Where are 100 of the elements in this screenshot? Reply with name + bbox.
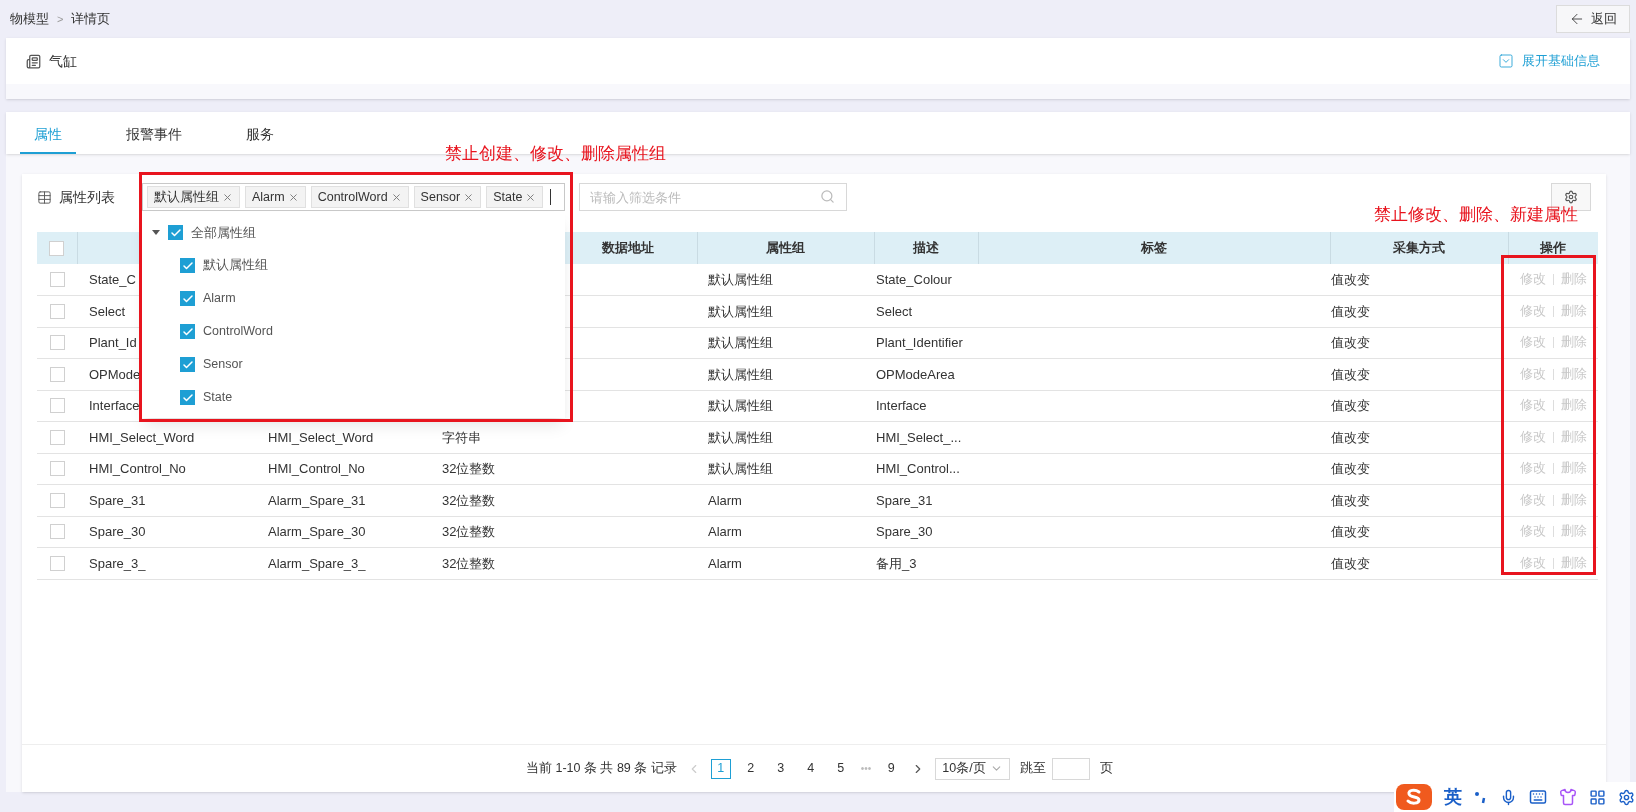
- grid-icon[interactable]: [1589, 788, 1606, 806]
- table-cell: 字符串: [442, 429, 481, 445]
- table-cell: 默认属性组: [708, 429, 773, 445]
- table-cell: Alarm_Spare_3_: [268, 555, 366, 571]
- tab[interactable]: 报警事件: [112, 116, 196, 154]
- table-cell: Alarm: [708, 492, 742, 508]
- table-cell: Interface: [89, 398, 140, 413]
- table-cell: Select: [876, 303, 913, 319]
- row-checkbox[interactable]: [49, 492, 65, 508]
- expand-caret-icon[interactable]: [152, 230, 160, 235]
- page-size-select[interactable]: 10条/页: [935, 757, 1010, 780]
- table-cell: 32位整数: [442, 492, 496, 508]
- select-all-checkbox[interactable]: [49, 240, 65, 256]
- tree-checkbox[interactable]: [168, 225, 183, 240]
- tree-checkbox[interactable]: [180, 291, 195, 306]
- remove-tag-icon[interactable]: [287, 191, 299, 203]
- column-header: 操作: [1540, 240, 1567, 256]
- remove-tag-icon[interactable]: [390, 191, 402, 203]
- tree-checkbox[interactable]: [180, 390, 195, 405]
- arrow-left-icon: [1569, 11, 1585, 27]
- tab[interactable]: 服务: [232, 116, 288, 154]
- row-checkbox[interactable]: [49, 429, 65, 445]
- jump-suffix: 页: [1099, 760, 1113, 778]
- punctuation-icon[interactable]: [1474, 790, 1488, 804]
- table-cell: Alarm_Spare_31: [268, 492, 366, 508]
- row-checkbox[interactable]: [49, 398, 65, 414]
- pagination-summary: 当前 1-10 条 共 89 条 记录: [526, 760, 677, 778]
- breadcrumb-item[interactable]: 物模型: [10, 9, 49, 29]
- table-cell: 默认属性组: [708, 271, 773, 287]
- table-cell: Spare_30: [876, 524, 933, 539]
- row-checkbox[interactable]: [49, 303, 65, 319]
- page-jump-field[interactable]: [1051, 757, 1090, 780]
- tree-item-label[interactable]: State: [203, 388, 233, 407]
- row-checkbox[interactable]: [49, 366, 65, 382]
- table-cell: HMI_Select_...: [876, 429, 962, 445]
- remove-tag-icon[interactable]: [525, 191, 537, 203]
- tab[interactable]: 属性: [20, 116, 76, 154]
- document-icon: [26, 53, 41, 69]
- table-cell: HMI_Control_No: [268, 461, 365, 476]
- shirt-icon[interactable]: [1559, 788, 1577, 806]
- keyboard-icon[interactable]: [1529, 788, 1547, 806]
- table-cell: 备用_3: [876, 555, 917, 571]
- remove-tag-icon[interactable]: [463, 191, 475, 203]
- page-button[interactable]: 3: [770, 758, 791, 779]
- input-language-toggle[interactable]: 英: [1444, 783, 1462, 811]
- page-button[interactable]: 5: [830, 758, 851, 779]
- group-tag: 默认属性组: [147, 186, 240, 208]
- page-button[interactable]: 1: [710, 758, 731, 779]
- tree-item-label[interactable]: ControlWord: [203, 322, 273, 341]
- page-button[interactable]: 9: [881, 758, 902, 779]
- table-cell: HMI_Select_Word: [89, 429, 195, 445]
- search-field[interactable]: 请输入筛选条件: [579, 183, 847, 211]
- panel-title: 属性列表: [59, 187, 116, 207]
- search-icon: [820, 189, 835, 204]
- row-checkbox[interactable]: [49, 272, 65, 287]
- tree-item-label[interactable]: Sensor: [203, 355, 243, 374]
- group-tag: State: [486, 186, 544, 208]
- expand-info-link[interactable]: 展开基础信息: [1498, 51, 1600, 71]
- tree-checkbox[interactable]: [180, 324, 195, 339]
- tree-checkbox[interactable]: [180, 357, 195, 372]
- table-cell: Select: [89, 303, 126, 319]
- row-checkbox[interactable]: [49, 461, 65, 477]
- table-cell: Plant_Id: [89, 335, 137, 350]
- tree-item-label[interactable]: Alarm: [203, 289, 236, 308]
- table-cell: 值改变: [1331, 335, 1370, 350]
- settings-icon: [1564, 190, 1578, 204]
- table-cell: 值改变: [1331, 366, 1370, 382]
- remove-tag-icon[interactable]: [222, 191, 233, 203]
- table-cell: 32位整数: [442, 524, 496, 539]
- page-ellipsis[interactable]: •••: [860, 761, 872, 776]
- table-cell: 默认属性组: [708, 398, 773, 413]
- table-cell: 值改变: [1331, 303, 1370, 319]
- table-cell: 值改变: [1331, 429, 1370, 445]
- row-checkbox[interactable]: [49, 524, 65, 540]
- device-title: 气缸: [49, 51, 77, 71]
- tree-item-label[interactable]: 默认属性组: [203, 256, 268, 275]
- table-cell: Plant_Identifier: [876, 335, 963, 350]
- row-checkbox[interactable]: [49, 555, 65, 571]
- back-button[interactable]: 返回: [1556, 5, 1630, 33]
- table-cell: OPModeArea: [876, 366, 955, 382]
- table-cell: OPMode: [89, 366, 141, 382]
- table-cell: 默认属性组: [708, 335, 773, 350]
- tree-checkbox[interactable]: [180, 258, 195, 273]
- input-method-logo-icon[interactable]: [1396, 784, 1432, 810]
- microphone-icon[interactable]: [1500, 788, 1517, 806]
- table-cell: Spare_30: [89, 524, 146, 539]
- group-tag: Sensor: [413, 186, 482, 208]
- tree-item-label[interactable]: 全部属性组: [191, 222, 256, 243]
- page-button[interactable]: 2: [740, 758, 761, 779]
- table-cell: 值改变: [1331, 461, 1370, 476]
- page-button[interactable]: 4: [800, 758, 821, 779]
- table-cell: 值改变: [1331, 398, 1370, 413]
- row-checkbox[interactable]: [49, 335, 65, 351]
- settings-icon[interactable]: [1618, 788, 1635, 806]
- table-cell: 默认属性组: [708, 461, 773, 476]
- table-cell: Alarm: [708, 524, 742, 539]
- table-cell: Spare_31: [876, 492, 933, 508]
- group-select-field[interactable]: 默认属性组 Alarm ControlWord Sensor State: [142, 183, 565, 211]
- jump-label: 跳至: [1019, 760, 1046, 778]
- table-cell: 值改变: [1331, 492, 1370, 508]
